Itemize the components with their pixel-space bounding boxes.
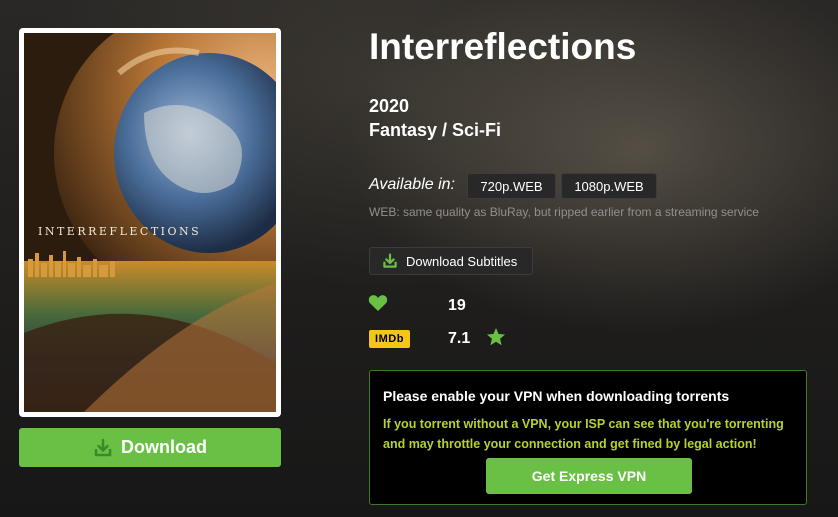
vpn-warning-message: If you torrent without a VPN, your ISP c… [383,417,784,451]
vpn-warning-title: Please enable your VPN when downloading … [383,388,730,404]
movie-year: 2020 [369,96,410,116]
get-vpn-button[interactable]: Get Express VPN [486,458,692,494]
download-button[interactable]: Download [19,428,281,467]
star-icon [487,328,505,346]
imdb-rating: 7.1 [448,330,471,347]
likes-count: 19 [448,297,466,314]
download-subtitles-button[interactable]: Download Subtitles [369,247,533,275]
imdb-logo[interactable]: IMDb [369,330,410,348]
download-subtitles-label: Download Subtitles [406,253,518,269]
vpn-warning-box: Please enable your VPN when downloading … [369,370,807,505]
download-button-label: Download [121,437,207,457]
poster-image: INTERREFLECTIONS [24,33,276,412]
available-in-label: Available in: [369,176,455,193]
poster-artwork [24,33,276,412]
movie-genres: Fantasy / Sci-Fi [369,120,502,140]
movie-poster[interactable]: INTERREFLECTIONS [19,28,281,417]
quality-note: WEB: same quality as BluRay, but ripped … [369,205,759,219]
poster-title-text: INTERREFLECTIONS [38,225,202,238]
download-icon [383,253,397,268]
movie-title: Interreflections [369,26,637,67]
heart-icon[interactable] [368,294,388,312]
download-icon [94,438,112,456]
quality-720p-button[interactable]: 720p.WEB [467,173,556,199]
quality-1080p-button[interactable]: 1080p.WEB [561,173,657,199]
